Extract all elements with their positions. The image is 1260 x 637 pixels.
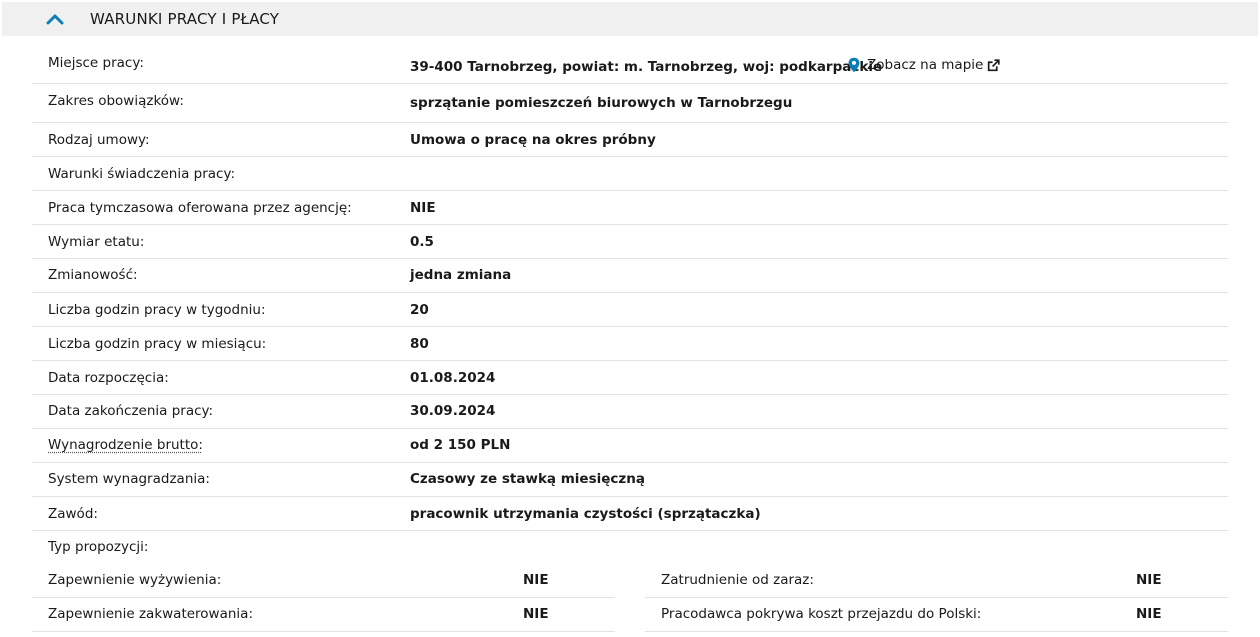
detail-row-duties: Zakres obowiązków: sprzątanie pomieszcze… [32,84,1228,123]
detail-value: pracownik utrzymania czystości (sprzątac… [410,506,761,522]
section-header-toggle[interactable]: WARUNKI PRACY I PŁACY [2,2,1258,36]
detail-row-working-time: Wymiar etatu: 0.5 [32,225,1228,259]
detail-label: Rodzaj umowy: [48,132,150,148]
detail-label: Zmianowość: [48,267,138,283]
proposal-label: Zapewnienie zakwaterowania: [48,606,253,622]
detail-row-hours-month: Liczba godzin pracy w miesiącu: 80 [32,327,1228,361]
detail-label: Zakres obowiązków: [48,93,184,109]
detail-value: Czasowy ze stawką miesięczną [410,471,645,487]
detail-value: 20 [410,302,429,318]
show-on-map-link[interactable]: Zobacz na mapie [847,57,1000,73]
external-link-icon [988,58,1000,71]
detail-row-work-conditions: Warunki świadczenia pracy: [32,157,1228,191]
proposal-item-immediate-hire: Zatrudnienie od zaraz: NIE [645,564,1228,598]
map-pin-icon [848,57,860,73]
detail-label: Praca tymczasowa oferowana przez agencję… [48,200,352,216]
detail-label: Zawód: [48,506,98,522]
detail-label: Data zakończenia pracy: [48,403,214,419]
detail-value: 80 [410,336,429,352]
proposal-item-travel-cost: Pracodawca pokrywa koszt przejazdu do Po… [645,598,1228,632]
detail-value: sprzątanie pomieszczeń biurowych w Tarno… [410,95,793,111]
detail-row-start-date: Data rozpoczęcia: 01.08.2024 [32,361,1228,395]
proposal-value: NIE [523,572,549,588]
detail-value: jedna zmiana [410,267,512,283]
chevron-up-icon[interactable] [45,13,65,25]
detail-row-contract-type: Rodzaj umowy: Umowa o pracę na okres pró… [32,123,1228,157]
detail-value: 30.09.2024 [410,403,496,419]
detail-value: Umowa o pracę na okres próbny [410,132,656,148]
detail-value: 39-400 Tarnobrzeg, powiat: m. Tarnobrzeg… [410,59,883,75]
salary-tooltip-label[interactable]: Wynagrodzenie brutto: [48,437,203,453]
detail-row-shifts: Zmianowość: jedna zmiana [32,259,1228,293]
detail-label: Data rozpoczęcia: [48,370,169,386]
detail-row-end-date: Data zakończenia pracy: 30.09.2024 [32,395,1228,429]
detail-label: Liczba godzin pracy w miesiącu: [48,336,267,352]
detail-value: 01.08.2024 [410,370,496,386]
detail-row-hours-week: Liczba godzin pracy w tygodniu: 20 [32,293,1228,327]
detail-label: Typ propozycji: [48,539,149,555]
detail-label: Wymiar etatu: [48,234,145,250]
detail-label: Warunki świadczenia pracy: [48,166,236,182]
proposal-label: Pracodawca pokrywa koszt przejazdu do Po… [661,606,982,622]
detail-row-salary: Wynagrodzenie brutto: od 2 150 PLN [32,429,1228,463]
detail-value: NIE [410,200,436,216]
detail-label: Miejsce pracy: [48,55,144,71]
show-on-map-label[interactable]: Zobacz na mapie [867,57,983,73]
proposal-item-accommodation: Zapewnienie zakwaterowania: NIE [32,598,615,632]
detail-row-occupation: Zawód: pracownik utrzymania czystości (s… [32,497,1228,531]
detail-value: od 2 150 PLN [410,437,511,453]
detail-row-temp-agency: Praca tymczasowa oferowana przez agencję… [32,191,1228,225]
proposal-value: NIE [1136,606,1162,622]
detail-row-location: Miejsce pracy: 39-400 Tarnobrzeg, powiat… [32,48,1228,84]
proposal-value: NIE [523,606,549,622]
detail-value: 0.5 [410,234,434,250]
detail-row-pay-system: System wynagradzania: Czasowy ze stawką … [32,463,1228,497]
proposal-item-meals: Zapewnienie wyżywienia: NIE [32,564,615,598]
detail-row-proposal-type: Typ propozycji: [32,531,1228,563]
detail-label: System wynagradzania: [48,471,210,487]
proposal-label: Zapewnienie wyżywienia: [48,572,222,588]
section-title: WARUNKI PRACY I PŁACY [90,10,280,28]
detail-label: Liczba godzin pracy w tygodniu: [48,302,266,318]
proposal-label: Zatrudnienie od zaraz: [661,572,814,588]
proposal-value: NIE [1136,572,1162,588]
